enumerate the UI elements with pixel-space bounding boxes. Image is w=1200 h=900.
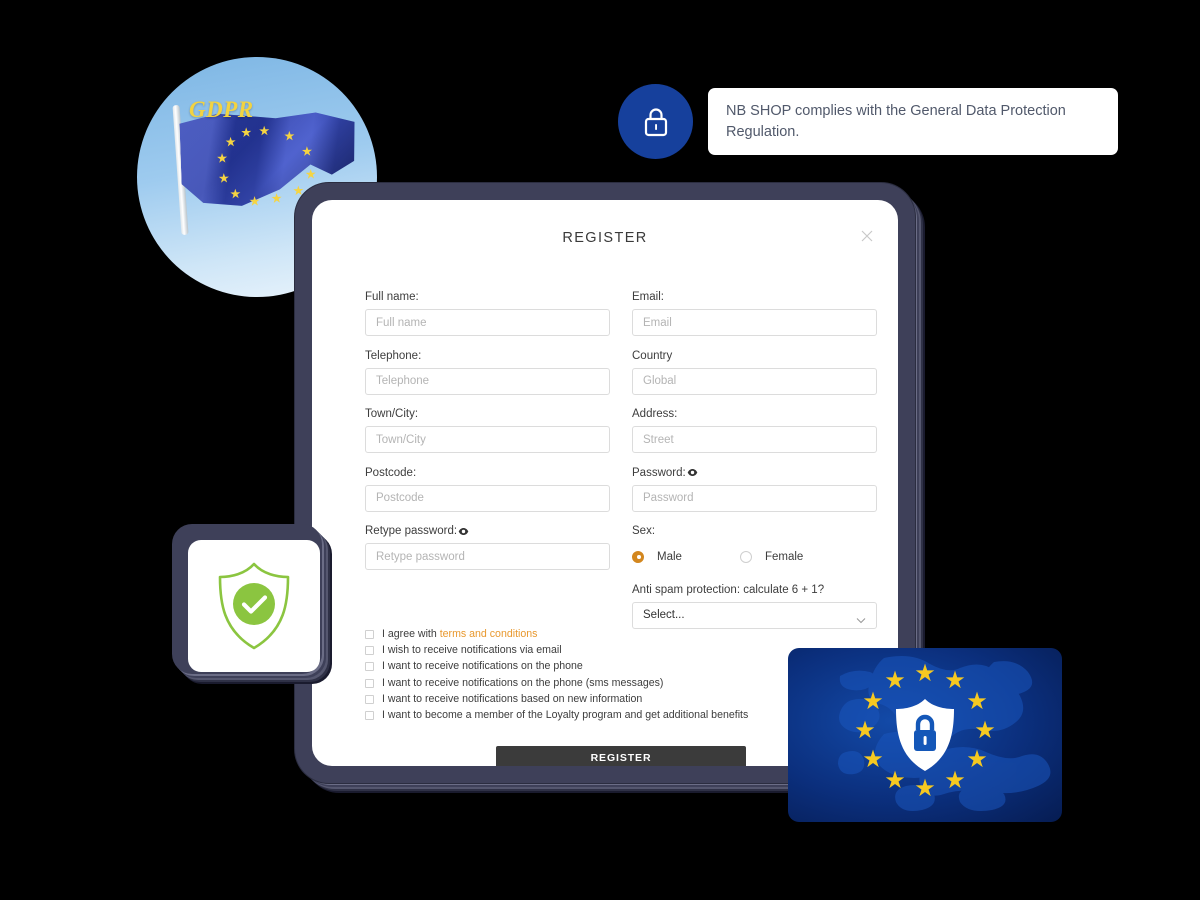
telephone-input[interactable] xyxy=(365,367,610,395)
checkbox-terms[interactable]: I agree with terms and conditions xyxy=(365,628,865,641)
field-country: Country xyxy=(632,349,877,395)
label-address: Address: xyxy=(632,408,678,420)
checkbox-email-notifications-label: I wish to receive notifications via emai… xyxy=(382,644,562,657)
radio-female-label: Female xyxy=(764,550,804,563)
label-full-name: Full name: xyxy=(365,291,419,303)
checkbox-phone-notifications-box xyxy=(365,662,374,672)
terms-and-conditions-link[interactable]: terms and conditions xyxy=(440,628,538,640)
field-password: Password: xyxy=(632,466,877,512)
label-anti-spam: Anti spam protection: calculate 6 + 1? xyxy=(632,583,825,596)
field-retype-password: Retype password: xyxy=(365,524,610,570)
field-email: Email: xyxy=(632,290,877,336)
eye-icon[interactable] xyxy=(687,468,698,477)
label-country: Country xyxy=(632,349,673,362)
close-icon[interactable] xyxy=(858,227,876,245)
radio-female-indicator xyxy=(739,550,752,563)
label-password: Password: xyxy=(632,466,877,480)
retype-password-input[interactable] xyxy=(365,543,610,570)
register-form-grid: Full name: Email: Telephone: Country xyxy=(365,290,877,641)
label-password-text: Password: xyxy=(632,466,686,479)
checkbox-terms-label: I agree with terms and conditions xyxy=(382,628,537,641)
label-telephone: Telephone: xyxy=(365,349,422,362)
eu-gdpr-card: ★ ★ ★ ★ ★ ★ ★ ★ ★ ★ ★ ★ xyxy=(788,648,1062,822)
field-postcode: Postcode: xyxy=(365,466,610,512)
postcode-input[interactable] xyxy=(365,484,610,512)
radio-option-male[interactable]: Male xyxy=(632,550,682,563)
radio-male-label: Male xyxy=(657,550,682,563)
lock-icon-circle xyxy=(618,84,693,159)
field-town-city: Town/City: xyxy=(365,407,610,453)
checkbox-email-notifications-box xyxy=(365,646,374,656)
checkbox-loyalty-program-box xyxy=(365,710,374,720)
label-town-city: Town/City: xyxy=(365,408,419,420)
shield-check-icon xyxy=(211,560,297,652)
gdpr-flag-text: GDPR xyxy=(189,97,254,122)
country-input[interactable] xyxy=(632,367,877,395)
checkbox-phone-notifications-label: I want to receive notifications on the p… xyxy=(382,660,583,673)
checkbox-loyalty-program-label: I want to become a member of the Loyalty… xyxy=(382,708,749,721)
captcha-select-wrap xyxy=(632,601,877,629)
field-captcha: Anti spam protection: calculate 6 + 1? xyxy=(632,583,877,629)
security-shield-badge xyxy=(172,524,347,682)
field-full-name: Full name: xyxy=(365,290,610,336)
checkbox-new-information-label: I want to receive notifications based on… xyxy=(382,692,643,705)
field-address: Address: xyxy=(632,407,877,453)
field-telephone: Telephone: xyxy=(365,349,610,395)
radio-male-indicator xyxy=(632,550,644,563)
label-retype-password-text: Retype password: xyxy=(365,525,458,537)
checkbox-terms-box xyxy=(365,630,374,639)
sex-radio-group: Male Female xyxy=(632,543,877,570)
email-input[interactable] xyxy=(632,309,877,336)
label-postcode: Postcode: xyxy=(365,466,417,479)
gdpr-compliance-tooltip: NB SHOP complies with the General Data P… xyxy=(708,88,1118,155)
full-name-input[interactable] xyxy=(365,309,610,336)
checkbox-new-information-box xyxy=(365,694,374,704)
eye-icon[interactable] xyxy=(458,527,469,536)
shield-lock-icon xyxy=(892,697,958,773)
label-retype-password: Retype password: xyxy=(365,524,610,538)
checkbox-terms-prefix: I agree with xyxy=(382,628,440,640)
label-email: Email: xyxy=(632,291,664,303)
register-submit-button[interactable]: REGISTER xyxy=(496,746,746,766)
address-input[interactable] xyxy=(632,426,877,453)
radio-option-female[interactable]: Female xyxy=(739,550,804,563)
checkbox-sms-notifications-label: I want to receive notifications on the p… xyxy=(382,676,664,689)
label-sex: Sex: xyxy=(632,525,656,537)
password-input[interactable] xyxy=(632,484,877,512)
field-sex: Sex: Male Female xyxy=(632,524,877,570)
tooltip-text: NB SHOP complies with the General Data P… xyxy=(726,102,1066,140)
town-city-input[interactable] xyxy=(365,426,610,453)
field-captcha-spacer xyxy=(365,583,610,629)
checkbox-sms-notifications-box xyxy=(365,678,374,688)
page-title: REGISTER xyxy=(562,230,648,246)
badge-card xyxy=(188,540,320,672)
lock-icon xyxy=(641,105,671,139)
captcha-select[interactable] xyxy=(632,601,877,629)
scene: ★ ★ ★ ★ ★ ★ ★ ★ ★ ★ ★ ★ GDPR NB SHOP com… xyxy=(0,0,1200,900)
